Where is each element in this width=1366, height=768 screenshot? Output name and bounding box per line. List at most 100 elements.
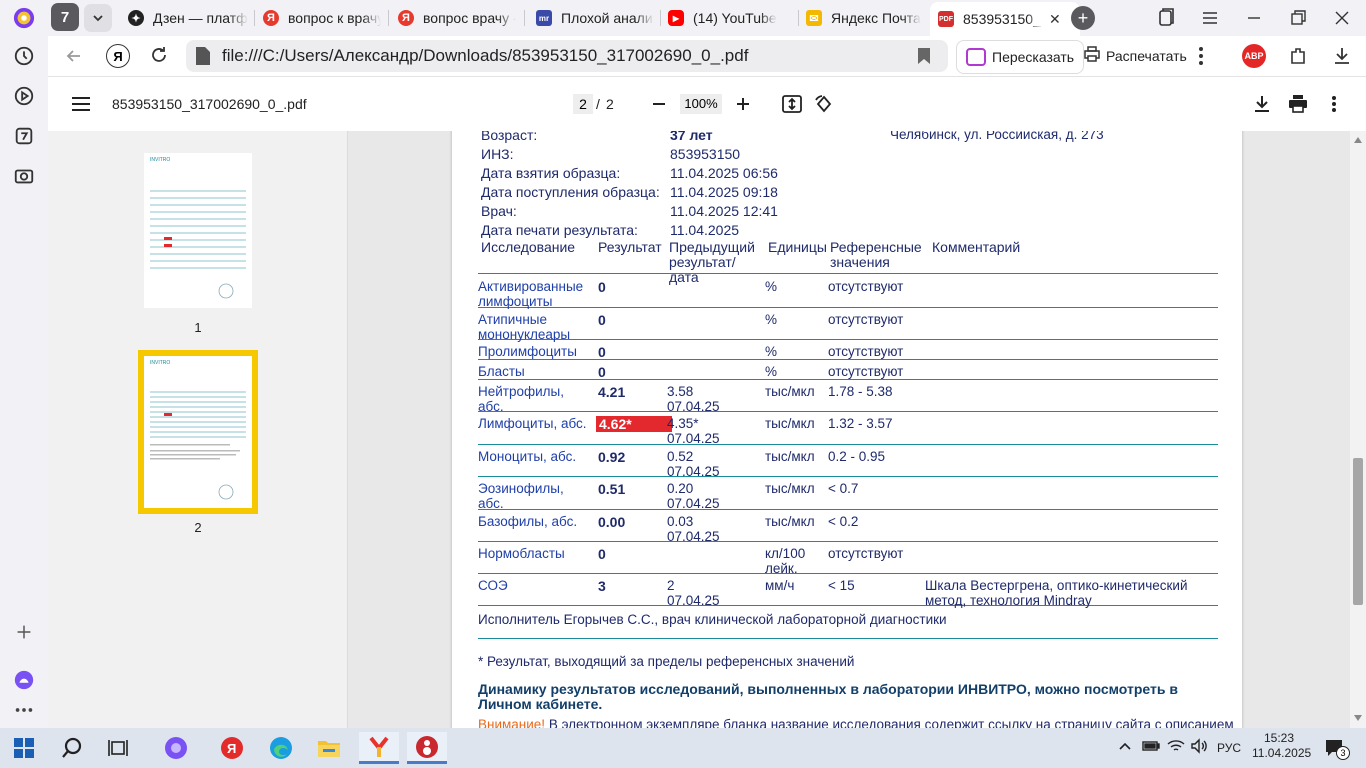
printer-icon [1084,45,1100,67]
zoom-input[interactable]: 100% [680,94,722,114]
app-red-icon[interactable] [407,732,447,764]
info-value: 11.04.2025 [670,222,740,238]
adblock-icon[interactable]: ABP [1242,44,1266,68]
alice-app-icon[interactable] [156,732,196,764]
yandex-browser-taskbar-icon[interactable] [359,732,399,764]
alice-icon[interactable] [8,664,40,696]
row-name[interactable]: Лимфоциты, абс. [478,416,588,431]
warning-label: Внимание! [478,717,546,728]
url-field[interactable]: file:///C:/Users/Александр/Downloads/853… [186,40,948,72]
tab-vopros-1[interactable]: Я вопрос к врачу [263,4,381,32]
yandex-icon: Я [263,10,279,26]
page-separator: / [596,96,600,112]
clock-date: 11.04.2025 [1252,746,1312,760]
restore-icon[interactable] [1288,8,1308,33]
row-reference: отсутствуют [828,546,904,561]
file-icon [196,47,210,70]
menu-icon[interactable] [1200,8,1220,33]
row-result: 0 [598,364,606,380]
tab-counter[interactable]: 7 [51,3,79,31]
zoom-in-icon[interactable] [730,91,756,117]
row-name[interactable]: Пролимфоциты [478,344,588,359]
zoom-out-icon[interactable] [646,91,672,117]
tab-dzen[interactable]: ✦ Дзен — платформа [128,4,248,32]
pdf-print-icon[interactable] [1285,91,1311,117]
volume-icon[interactable] [1190,738,1208,759]
battery-icon[interactable] [1142,738,1160,759]
vertical-scrollbar[interactable] [1350,131,1366,728]
pdf-toolbar: 853953150_317002690_0_.pdf 2 / 2 100% [48,77,1366,132]
row-name[interactable]: Нормобласты [478,546,588,561]
print-button[interactable]: Распечатать [1076,40,1196,72]
dynamics-text[interactable]: Динамику результатов исследований, выпол… [478,682,1198,712]
close-tab-icon[interactable]: ✕ [1049,11,1061,28]
row-result: 0 [598,312,606,328]
row-name[interactable]: СОЭ [478,578,588,593]
close-window-icon[interactable] [1332,8,1352,33]
warning-text: В электронном экземпляре бланка название… [548,717,1234,728]
row-name[interactable]: Активированные лимфоциты [478,279,588,309]
minimize-icon[interactable] [1244,8,1264,33]
pdf-icon: PDF [938,11,954,27]
reload-icon[interactable] [149,45,169,70]
row-name[interactable]: Базофилы, абс. [478,514,588,529]
row-name[interactable]: Эозинофилы, абс. [478,481,588,511]
row-result: 0.92 [598,449,626,465]
language-indicator[interactable]: РУС [1217,741,1241,755]
row-result-flagged: 4.62* [596,416,672,432]
yandex-icon: Я [398,10,414,26]
pdf-more-icon[interactable] [1321,91,1347,117]
history-icon[interactable] [8,40,40,72]
tab-yandex-mail[interactable]: ✉ Яндекс Почта [806,4,934,32]
row-units: тыс/мкл [765,416,815,431]
tray-chevron-icon[interactable] [1117,738,1133,759]
thumbnail-page-1[interactable]: INVITRO [144,153,252,308]
scroll-up-icon[interactable] [1354,137,1362,143]
collections-icon[interactable] [1156,8,1176,33]
yandex-app-icon[interactable]: Я [212,732,252,764]
extensions-icon[interactable] [1288,46,1308,71]
sidebar-toggle-icon[interactable] [68,91,94,117]
tab-youtube[interactable]: ▶ (14) YouTube [668,4,798,32]
screenshot-icon[interactable] [8,160,40,192]
table-row: СОЭ 3 2 07.04.25 мм/ч < 15 Шкала Вестергрена,… [478,573,1218,608]
row-name[interactable]: Нейтрофилы, абс. [478,384,588,414]
tab-groups-icon[interactable] [8,120,40,152]
info-value: 11.04.2025 12:41 [670,203,778,219]
file-explorer-icon[interactable] [309,732,349,764]
new-tab-icon[interactable]: + [1071,6,1095,30]
edge-icon[interactable] [261,732,301,764]
notifications-icon[interactable]: 3 [1324,738,1350,763]
tab-bad-analysis[interactable]: mr Плохой анализ [536,4,654,32]
start-button[interactable] [4,732,44,764]
bookmark-icon[interactable] [918,48,930,69]
thumbnail-page-2[interactable]: INVITRO [144,356,252,508]
more-rail-icon[interactable] [8,694,40,726]
row-name[interactable]: Атипичные мононуклеары [478,312,588,342]
tabs-dropdown-icon[interactable] [84,4,112,32]
downloads-icon[interactable] [1332,46,1352,71]
add-panel-icon[interactable] [8,616,40,648]
tab-pdf-active[interactable]: PDF 853953150_ ✕ [930,2,1080,36]
play-icon[interactable] [8,80,40,112]
scroll-thumb[interactable] [1353,458,1363,605]
info-label: Дата печати результата: [481,222,638,238]
wifi-icon[interactable] [1167,738,1185,759]
more-vertical-icon[interactable] [1198,46,1204,71]
task-view-icon[interactable] [98,732,138,764]
search-icon[interactable] [52,732,92,764]
tab-vopros-2[interactable]: Я вопрос врачу - [398,4,516,32]
yandex-button-icon[interactable]: Я [106,44,130,68]
back-icon[interactable] [64,46,84,71]
rotate-icon[interactable] [811,91,837,117]
fit-page-icon[interactable] [779,91,805,117]
header-result: Результат [598,239,662,255]
row-name[interactable]: Бласты [478,364,588,379]
row-name[interactable]: Моноциты, абс. [478,449,588,464]
browser-logo-icon[interactable] [8,2,40,34]
page-number-input[interactable]: 2 [573,94,593,114]
scroll-down-icon[interactable] [1354,715,1362,721]
retell-button[interactable]: Пересказать [956,40,1084,74]
pdf-download-icon[interactable] [1249,91,1275,117]
clock[interactable]: 15:23 11.04.2025 [1252,731,1312,761]
